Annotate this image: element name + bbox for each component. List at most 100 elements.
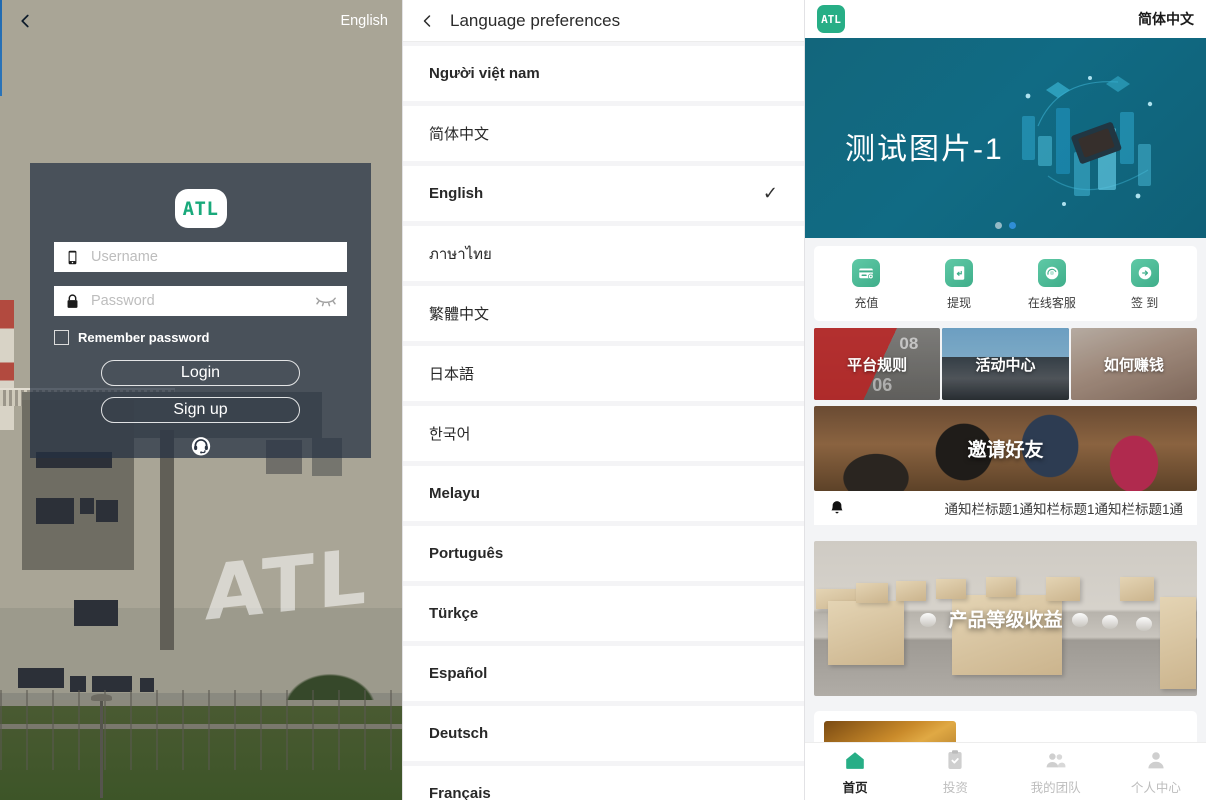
promo-label: 活动中心 <box>975 356 1036 374</box>
language-item-simplified-chinese[interactable]: 简体中文 <box>403 106 804 161</box>
product-banner-label: 产品等级收益 <box>948 610 1063 631</box>
remember-password-label: Remember password <box>78 330 210 346</box>
tab-home[interactable]: 首页 <box>805 743 905 800</box>
app-logo[interactable]: ATL <box>817 5 845 33</box>
home-language-switch[interactable]: 简体中文 <box>1138 9 1194 29</box>
login-panel: ATL English ATL Username Remember passwo… <box>0 0 402 800</box>
language-label: English <box>429 185 484 202</box>
bottom-tab-bar: 首页 投资 我的团队 个人中心 <box>805 742 1206 800</box>
quick-action-label: 签 到 <box>1130 296 1159 310</box>
building-window <box>80 498 94 514</box>
lock-icon <box>67 294 78 308</box>
recharge-card-icon <box>852 259 881 287</box>
home-panel: ATL 简体中文 测试图片-1 充值 提现 在线客服 签 到 08 06 平台规… <box>805 0 1206 800</box>
login-topbar: English <box>0 0 402 42</box>
carton-box <box>1120 577 1154 601</box>
language-item-thai[interactable]: ภาษาไทย <box>403 226 804 281</box>
password-input[interactable] <box>91 293 315 310</box>
language-item-korean[interactable]: 한국어 <box>403 406 804 461</box>
login-language-switch[interactable]: English <box>340 13 388 29</box>
headset-support-icon[interactable] <box>186 435 216 458</box>
invite-friends-banner[interactable]: 邀请好友 <box>814 406 1197 491</box>
tab-label: 投资 <box>942 780 968 795</box>
language-item-french[interactable]: Français <box>403 766 804 800</box>
language-label: Türkçe <box>429 605 479 622</box>
tech-illustration <box>1022 76 1153 206</box>
carton-box <box>828 601 904 665</box>
quick-action-online-support[interactable]: 在线客服 <box>1006 259 1099 311</box>
remember-password-row[interactable]: Remember password <box>54 330 347 346</box>
signup-button[interactable]: Sign up <box>101 397 300 424</box>
wall-painted-logo: ATL <box>205 531 371 638</box>
language-item-turkish[interactable]: Türkçe <box>403 586 804 641</box>
hero-banner[interactable]: 测试图片-1 <box>805 38 1206 238</box>
bell-icon <box>831 501 843 514</box>
quick-action-withdraw[interactable]: 提现 <box>913 259 1006 311</box>
tab-my-team[interactable]: 我的团队 <box>1006 743 1106 800</box>
conveyor-roller <box>920 613 936 627</box>
promo-activity-center[interactable]: 活动中心 <box>942 328 1069 400</box>
home-header: ATL 简体中文 <box>805 0 1206 38</box>
promo-platform-rules[interactable]: 08 06 平台规则 <box>814 328 941 400</box>
language-item-english[interactable]: English ✓ <box>403 166 804 221</box>
app-logo-text: ATL <box>821 12 841 26</box>
language-label: 한국어 <box>429 426 471 443</box>
product-level-income-banner[interactable]: 产品等级收益 <box>814 541 1197 696</box>
conveyor-roller <box>1136 617 1152 631</box>
tab-profile[interactable]: 个人中心 <box>1106 743 1206 800</box>
factory-column <box>160 430 174 650</box>
clipboard-check-icon <box>948 749 962 769</box>
language-item-german[interactable]: Deutsch <box>403 706 804 761</box>
language-item-malay[interactable]: Melayu <box>403 466 804 521</box>
language-item-vietnamese[interactable]: Người việt nam <box>403 46 804 101</box>
login-button[interactable]: Login <box>101 360 300 387</box>
remember-password-checkbox[interactable] <box>54 330 69 346</box>
factory-pipes <box>0 690 402 770</box>
building-window <box>36 498 74 524</box>
conveyor-roller <box>1072 613 1088 627</box>
building-window <box>96 500 118 522</box>
quick-action-check-in[interactable]: 签 到 <box>1098 259 1191 311</box>
check-in-icon <box>1130 259 1159 287</box>
carton-box <box>856 583 888 603</box>
login-card: ATL Username Remember password Login Sig… <box>30 163 371 458</box>
quick-action-label: 充值 <box>854 296 879 310</box>
carousel-dots[interactable] <box>805 222 1206 229</box>
language-item-japanese[interactable]: 日本語 <box>403 346 804 401</box>
notice-bar[interactable]: 通知栏标题1通知栏标题1通知栏标题1通 <box>814 491 1197 525</box>
building-window <box>18 668 64 688</box>
page-title: Language preferences <box>450 10 621 30</box>
username-field[interactable] <box>54 242 347 273</box>
carton-box <box>986 577 1016 597</box>
language-preferences-panel: Language preferences Người việt nam 简体中文… <box>402 0 805 800</box>
chevron-left-icon[interactable] <box>14 10 36 32</box>
app-logo: ATL <box>174 189 227 229</box>
building-window <box>74 600 118 626</box>
language-label: Português <box>429 545 504 562</box>
password-field[interactable] <box>54 286 347 317</box>
app-screen: ATL English ATL Username Remember passwo… <box>0 0 1206 800</box>
username-input[interactable] <box>91 249 337 266</box>
language-item-portuguese[interactable]: Português <box>403 526 804 581</box>
language-label: 日本語 <box>429 366 475 383</box>
language-label: 简体中文 <box>429 126 490 143</box>
carousel-dot[interactable] <box>995 222 1002 229</box>
language-label: 繁體中文 <box>429 306 490 323</box>
tab-invest[interactable]: 投资 <box>905 743 1005 800</box>
person-icon <box>1148 751 1164 768</box>
chevron-left-icon[interactable] <box>417 11 437 31</box>
street-lamp <box>91 694 112 798</box>
online-support-icon <box>1037 259 1066 287</box>
quick-action-recharge[interactable]: 充值 <box>820 259 913 311</box>
promo-how-to-earn[interactable]: 如何赚钱 <box>1070 328 1197 400</box>
tab-label: 个人中心 <box>1130 780 1181 795</box>
phone-icon <box>68 250 77 264</box>
promo-row: 08 06 平台规则 活动中心 如何赚钱 <box>814 328 1197 400</box>
language-item-spanish[interactable]: Español <box>403 646 804 701</box>
eye-closed-icon[interactable] <box>315 293 337 309</box>
language-label: Français <box>429 785 491 800</box>
language-item-traditional-chinese[interactable]: 繁體中文 <box>403 286 804 341</box>
notice-text: 通知栏标题1通知栏标题1通知栏标题1通 <box>944 502 1183 517</box>
carousel-dot-active[interactable] <box>1009 222 1016 229</box>
quick-action-label: 在线客服 <box>1027 296 1076 310</box>
